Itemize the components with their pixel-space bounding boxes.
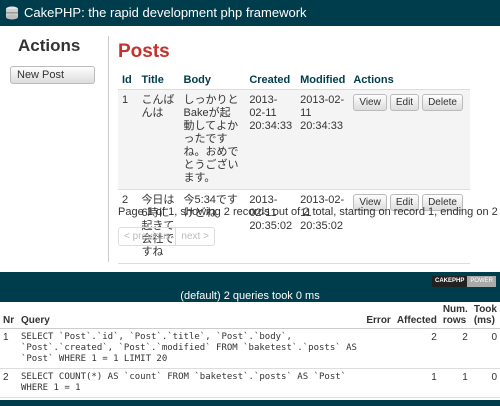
sql-column-took: Took (ms): [470, 302, 500, 329]
sql-took: 0: [470, 328, 500, 369]
next-link[interactable]: next >: [175, 228, 214, 245]
new-post-button[interactable]: New Post: [10, 66, 95, 84]
edit-button[interactable]: Edit: [389, 94, 420, 111]
column-header-id[interactable]: Id: [118, 70, 138, 90]
sql-header-row: Nr Query Error Affected Num. rows Took (…: [0, 302, 500, 329]
pagination: < previous next >: [118, 227, 215, 246]
sql-log-header: CAKEPHP POWER (default) 2 queries took 0…: [0, 272, 500, 302]
sql-column-numrows: Num. rows: [439, 302, 471, 329]
sql-query: SELECT `Post`.`id`, `Post`.`title`, `Pos…: [17, 328, 364, 369]
sql-nr: 2: [0, 368, 18, 398]
paging-summary: Page 1 of 1, showing 2 records out of 2 …: [118, 206, 498, 218]
cell-actions: View Edit Delete: [349, 89, 470, 190]
sql-error: [363, 368, 394, 398]
cell-actions: View Edit Delete: [349, 189, 470, 264]
sql-log: Nr Query Error Affected Num. rows Took (…: [0, 302, 500, 400]
sql-column-affected: Affected: [393, 302, 440, 329]
main-content: Actions New Post Posts Id Title Body Cre…: [0, 26, 500, 272]
sql-affected: 1: [393, 368, 440, 398]
app-title: CakePHP: the rapid development php frame…: [24, 5, 307, 20]
cell-body: しっかりとBakeが起動してよかったですね。おめでとうございます。: [179, 89, 246, 190]
sql-row: 1 SELECT `Post`.`id`, `Post`.`title`, `P…: [0, 328, 500, 369]
table-row: 1 こんばんは しっかりとBakeが起動してよかったですね。おめでとうございます…: [118, 89, 470, 190]
sql-column-nr: Nr: [0, 302, 18, 329]
column-header-body[interactable]: Body: [179, 70, 246, 90]
sql-row: 2 SELECT COUNT(*) AS `count` FROM `baket…: [0, 368, 500, 398]
sql-column-query: Query: [17, 302, 364, 329]
cell-created: 2013-02-11 20:34:33: [245, 89, 297, 190]
sql-affected: 2: [393, 328, 440, 369]
sql-took: 0: [470, 368, 500, 398]
view-button[interactable]: View: [353, 94, 387, 111]
sql-log-table: Nr Query Error Affected Num. rows Took (…: [0, 302, 500, 398]
column-header-actions: Actions: [349, 70, 470, 90]
cell-id: 1: [118, 89, 138, 190]
sql-numrows: 2: [439, 328, 471, 369]
sql-log-summary: (default) 2 queries took 0 ms: [180, 290, 320, 302]
delete-button[interactable]: Delete: [422, 94, 463, 111]
column-header-modified[interactable]: Modified: [296, 70, 350, 90]
cell-modified: 2013-02-11 20:34:33: [296, 89, 350, 190]
cell-title: こんばんは: [137, 89, 180, 190]
sql-numrows: 1: [439, 368, 471, 398]
previous-link[interactable]: < previous: [119, 228, 175, 245]
powered-badge-left: CAKEPHP: [432, 276, 468, 287]
table-header-row: Id Title Body Created Modified Actions: [118, 70, 470, 90]
sql-nr: 1: [0, 328, 18, 369]
app-header: CakePHP: the rapid development php frame…: [0, 0, 500, 26]
powered-by-badge: CAKEPHP POWER: [432, 276, 497, 287]
cell-created: 2013-02-11 20:35:02: [245, 189, 297, 264]
column-divider: [108, 36, 109, 262]
footer-band: [0, 400, 500, 406]
column-header-title[interactable]: Title: [137, 70, 180, 90]
actions-sidebar: Actions: [10, 36, 105, 64]
sql-query: SELECT COUNT(*) AS `count` FROM `baketes…: [17, 368, 364, 398]
actions-heading: Actions: [18, 36, 81, 55]
page-title: Posts: [118, 41, 170, 62]
sql-error: [363, 328, 394, 369]
cell-modified: 2013-02-11 20:35:02: [296, 189, 350, 264]
cake-icon: [6, 6, 18, 20]
powered-badge-right: POWER: [467, 276, 497, 287]
column-header-created[interactable]: Created: [245, 70, 297, 90]
sql-column-error: Error: [363, 302, 394, 329]
